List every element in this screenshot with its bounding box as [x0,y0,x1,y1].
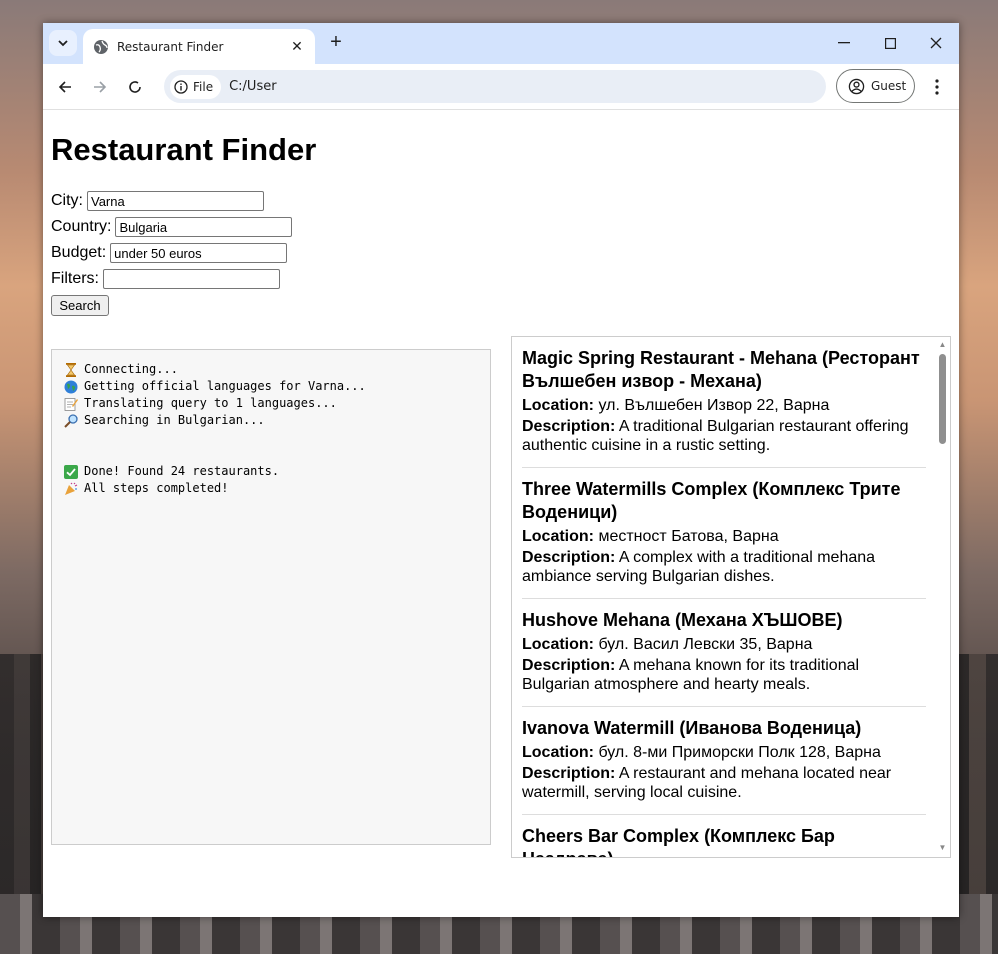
results-scrollbar[interactable]: ▲ ▼ [935,337,950,857]
restaurant-location: Location: местност Батова, Варна [522,528,779,545]
restaurant-description: Description: A restaurant and mehana loc… [522,765,892,801]
restaurant-name: Hushove Mehana (Механа ХЪШОВЕ) [522,610,843,630]
restaurant-description: Description: A traditional Bulgarian res… [522,418,909,454]
restaurant-card: Ivanova Watermill (Иванова Воденица) Loc… [522,717,926,815]
restaurant-name: Ivanova Watermill (Иванова Воденица) [522,718,862,738]
log-line: Translating query to 1 languages... [62,395,480,412]
tab-strip: Restaurant Finder ✕ + [43,23,959,64]
forward-button[interactable] [89,76,111,98]
search-button[interactable]: Search [51,295,109,316]
progress-log: Connecting... Getting official languages… [51,349,491,845]
restaurant-card: Three Watermills Complex (Комплекс Трите… [522,478,926,599]
log-line-empty [62,429,480,446]
hourglass-icon [62,362,79,377]
log-line: All steps completed! [62,480,480,497]
minimize-icon[interactable] [829,32,859,54]
profile-button[interactable]: Guest [836,69,915,103]
account-circle-icon [848,78,865,95]
restaurant-name: Cheers Bar Complex (Комплекс Бар Наздрав… [522,826,835,857]
filters-input[interactable] [103,269,280,289]
magnifier-icon [62,413,79,428]
browser-menu-button[interactable] [927,76,947,98]
globe-icon [62,380,79,394]
budget-input[interactable] [110,243,288,263]
close-tab-icon[interactable]: ✕ [289,38,305,55]
back-button[interactable] [54,76,76,98]
scroll-thumb[interactable] [939,354,946,444]
country-input[interactable] [115,217,293,237]
profile-label: Guest [871,79,907,93]
tab-search-button[interactable] [49,30,77,56]
log-line: Done! Found 24 restaurants. [62,463,480,480]
results-panel[interactable]: Magic Spring Restaurant - Mehana (Рестор… [511,336,951,858]
party-popper-icon [62,482,79,496]
budget-row: Budget: [51,243,288,263]
memo-icon [62,397,79,411]
city-input[interactable] [87,191,264,211]
budget-label: Budget: [51,244,107,261]
log-line: Connecting... [62,361,480,378]
country-label: Country: [51,218,112,235]
filters-label: Filters: [51,270,99,287]
city-row: City: [51,191,264,211]
scroll-up-icon[interactable]: ▲ [938,340,947,349]
tab-title: Restaurant Finder [117,39,224,54]
restaurant-name: Magic Spring Restaurant - Mehana (Рестор… [522,348,920,391]
address-bar[interactable]: File C:/User [164,70,826,103]
restaurant-card: Cheers Bar Complex (Комплекс Бар Наздрав… [522,825,926,857]
log-line: Searching in Bulgarian... [62,412,480,429]
restaurant-description: Description: A complex with a traditiona… [522,549,876,585]
log-line: Getting official languages for Varna... [62,378,480,395]
reload-icon [129,81,141,93]
arrow-right-icon [94,81,107,93]
page-content: Restaurant Finder City: Country: Budget:… [43,110,959,917]
site-info-label: File [193,79,214,94]
browser-toolbar: File C:/User Guest [43,64,959,110]
restaurant-card: Hushove Mehana (Механа ХЪШОВЕ) Location:… [522,609,926,707]
scroll-down-icon[interactable]: ▼ [938,843,947,852]
restaurant-description: Description: A mehana known for its trad… [522,657,860,693]
more-vert-icon [935,79,939,95]
globe-icon [93,39,109,55]
reload-button[interactable] [124,76,146,98]
browser-window: Restaurant Finder ✕ + File C:/User Guest… [43,23,959,917]
restaurant-card: Magic Spring Restaurant - Mehana (Рестор… [522,347,926,468]
info-icon [174,79,188,94]
maximize-icon[interactable] [875,32,905,54]
close-window-icon[interactable] [921,32,951,54]
country-row: Country: [51,217,293,237]
url-text: C:/User [229,79,277,94]
city-label: City: [51,192,83,209]
restaurant-name: Three Watermills Complex (Комплекс Трите… [522,479,901,522]
new-tab-button[interactable]: + [325,32,347,54]
checkmark-icon [62,464,79,479]
site-info-chip[interactable]: File [170,74,222,99]
restaurant-location: Location: бул. Васил Левски 35, Варна [522,636,813,653]
restaurant-location: Location: ул. Вълшебен Извор 22, Варна [522,397,830,414]
results-list: Magic Spring Restaurant - Mehana (Рестор… [522,347,926,857]
restaurant-location: Location: бул. 8-ми Приморски Полк 128, … [522,744,881,761]
arrow-left-icon [58,81,71,93]
chevron-down-icon [58,39,68,46]
filters-row: Filters: [51,269,280,289]
tab-restaurant-finder[interactable]: Restaurant Finder ✕ [83,29,315,64]
page-title: Restaurant Finder [51,132,317,167]
log-line-empty [62,446,480,463]
